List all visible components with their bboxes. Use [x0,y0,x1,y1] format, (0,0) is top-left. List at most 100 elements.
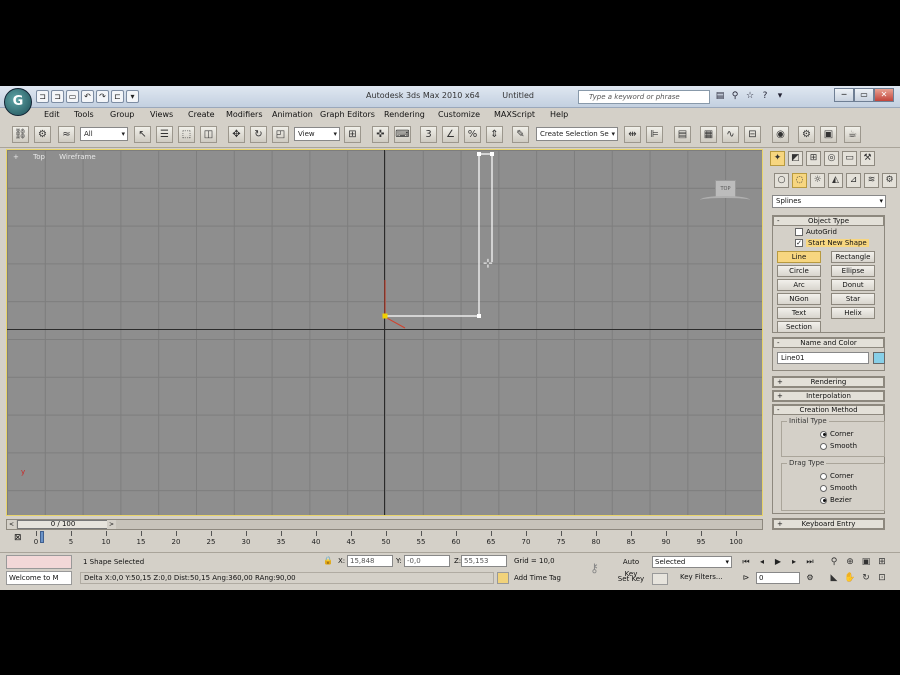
set-key-icon[interactable]: ⚷ [590,561,599,575]
close-button[interactable]: ✕ [874,88,894,102]
render-production-icon[interactable]: ☕ [844,126,861,143]
time-slider-next-icon[interactable]: > [107,520,116,529]
key-filters-button[interactable]: Key Filters... [680,573,723,581]
modify-tab-icon[interactable]: ◩ [788,151,803,166]
hierarchy-tab-icon[interactable]: ⊞ [806,151,821,166]
menu-group[interactable]: Group [110,110,134,119]
maxscript-listener-input[interactable]: Welcome to M [6,571,72,585]
keyword-search-input[interactable]: Type a keyword or phrase [578,90,710,104]
go-to-start-icon[interactable]: ⏮ [740,556,752,568]
bind-space-warp-icon[interactable]: ≈ [58,126,75,143]
text-button[interactable]: Text [777,307,821,319]
key-mode-dropdown[interactable]: Selected [652,556,732,568]
menu-maxscript[interactable]: MAXScript [494,110,535,119]
maxscript-mini-listener[interactable] [6,555,72,569]
rectangle-button[interactable]: Rectangle [831,251,875,263]
z-coord-field[interactable]: 55,153 [461,555,507,567]
new-scene-icon[interactable]: ⊐ [36,90,49,103]
utilities-tab-icon[interactable]: ⚒ [860,151,875,166]
initial-smooth-radio[interactable]: Smooth [820,442,857,450]
menu-modifiers[interactable]: Modifiers [226,110,263,119]
start-new-shape-checkbox[interactable]: ✓ Start New Shape [795,239,869,247]
zoom-icon[interactable]: ⚲ [828,556,840,568]
select-rotate-icon[interactable]: ↻ [250,126,267,143]
maximize-button[interactable]: ▭ [854,88,874,102]
open-file-icon[interactable]: ⊐ [51,90,64,103]
creation-method-header[interactable]: - Creation Method [773,405,884,415]
time-tag-icon[interactable] [497,572,509,584]
snaps-toggle-icon[interactable]: 3 [420,126,437,143]
menu-graph-editors[interactable]: Graph Editors [320,110,375,119]
orbit-icon[interactable]: ↻ [860,572,872,584]
rendered-frame-window-icon[interactable]: ▣ [820,126,837,143]
ellipse-button[interactable]: Ellipse [831,265,875,277]
vertex-4[interactable] [490,152,494,156]
rendering-header[interactable]: + Rendering [773,377,884,387]
zoom-all-icon[interactable]: ⊕ [844,556,856,568]
x-coord-field[interactable]: 15,848 [347,555,393,567]
create-tab-icon[interactable]: ✦ [770,151,785,166]
select-scale-icon[interactable]: ◰ [272,126,289,143]
menu-tools[interactable]: Tools [74,110,94,119]
project-folder-icon[interactable]: ⊏ [111,90,124,103]
line-button[interactable]: Line [777,251,821,263]
zoom-extents-all-icon[interactable]: ⊞ [876,556,888,568]
motion-tab-icon[interactable]: ◎ [824,151,839,166]
donut-button[interactable]: Donut [831,279,875,291]
keyboard-entry-header[interactable]: + Keyboard Entry [773,519,884,529]
help-icon[interactable]: ? [759,90,771,103]
search-icon[interactable]: ⚲ [729,90,741,103]
select-move-icon[interactable]: ✥ [228,126,245,143]
help-dropdown-icon[interactable]: ▾ [774,90,786,103]
spinner-snap-icon[interactable]: ⇕ [486,126,503,143]
circle-button[interactable]: Circle [777,265,821,277]
time-slider-thumb[interactable]: 0 / 100 [17,520,109,529]
rectangular-selection-icon[interactable]: ⬚ [178,126,195,143]
selection-filter-dropdown[interactable]: All [80,127,128,141]
object-color-swatch[interactable] [873,352,885,364]
qat-dropdown-icon[interactable]: ▾ [126,90,139,103]
play-icon[interactable]: ▶ [772,556,784,568]
keyboard-shortcut-override-icon[interactable]: ⌨ [394,126,411,143]
angle-snap-icon[interactable]: ∠ [442,126,459,143]
select-object-icon[interactable]: ↖ [134,126,151,143]
initial-corner-radio[interactable]: Corner [820,430,854,438]
key-mode-toggle-icon[interactable]: ⊳ [740,572,752,584]
shapes-category-icon[interactable]: ◌ [792,173,807,188]
pivot-center-icon[interactable]: ⊞ [344,126,361,143]
window-crossing-icon[interactable]: ◫ [200,126,217,143]
helix-button[interactable]: Helix [831,307,875,319]
space-warps-category-icon[interactable]: ≋ [864,173,879,188]
lights-category-icon[interactable]: ☼ [810,173,825,188]
select-manipulate-icon[interactable]: ✜ [372,126,389,143]
layer-manager-icon[interactable]: ▤ [674,126,691,143]
pan-view-icon[interactable]: ✋ [844,572,856,584]
arc-button[interactable]: Arc [777,279,821,291]
curve-editor-icon[interactable]: ∿ [722,126,739,143]
application-menu-button[interactable]: G [4,88,32,116]
track-bar[interactable]: ⊠ 0 5 10 15 20 25 30 35 40 45 50 55 60 65 70 75 80 85 90 95… [6,531,763,551]
viewcube-compass-ring[interactable] [700,196,750,204]
save-file-icon[interactable]: ▭ [66,90,79,103]
drag-corner-radio[interactable]: Corner [820,472,854,480]
name-and-color-header[interactable]: - Name and Color [773,338,884,348]
percent-snap-icon[interactable]: % [464,126,481,143]
align-icon[interactable]: ⊫ [646,126,663,143]
object-category-dropdown[interactable]: Splines [772,195,886,208]
interpolation-header[interactable]: + Interpolation [773,391,884,401]
menu-help[interactable]: Help [550,110,568,119]
favorites-star-icon[interactable]: ☆ [744,90,756,103]
display-tab-icon[interactable]: ▭ [842,151,857,166]
select-link-icon[interactable]: ⛓ [12,126,29,143]
material-editor-icon[interactable]: ◉ [772,126,789,143]
select-by-name-icon[interactable]: ☰ [156,126,173,143]
undo-icon[interactable]: ↶ [81,90,94,103]
drag-smooth-radio[interactable]: Smooth [820,484,857,492]
vertex-2[interactable] [477,314,481,318]
maximize-viewport-icon[interactable]: ⊡ [876,572,888,584]
menu-views[interactable]: Views [150,110,173,119]
graphite-modeling-icon[interactable]: ▦ [700,126,717,143]
redo-icon[interactable]: ↷ [96,90,109,103]
subscription-icon[interactable]: ▤ [714,90,726,103]
time-slider[interactable]: < 0 / 100 > [6,519,763,530]
